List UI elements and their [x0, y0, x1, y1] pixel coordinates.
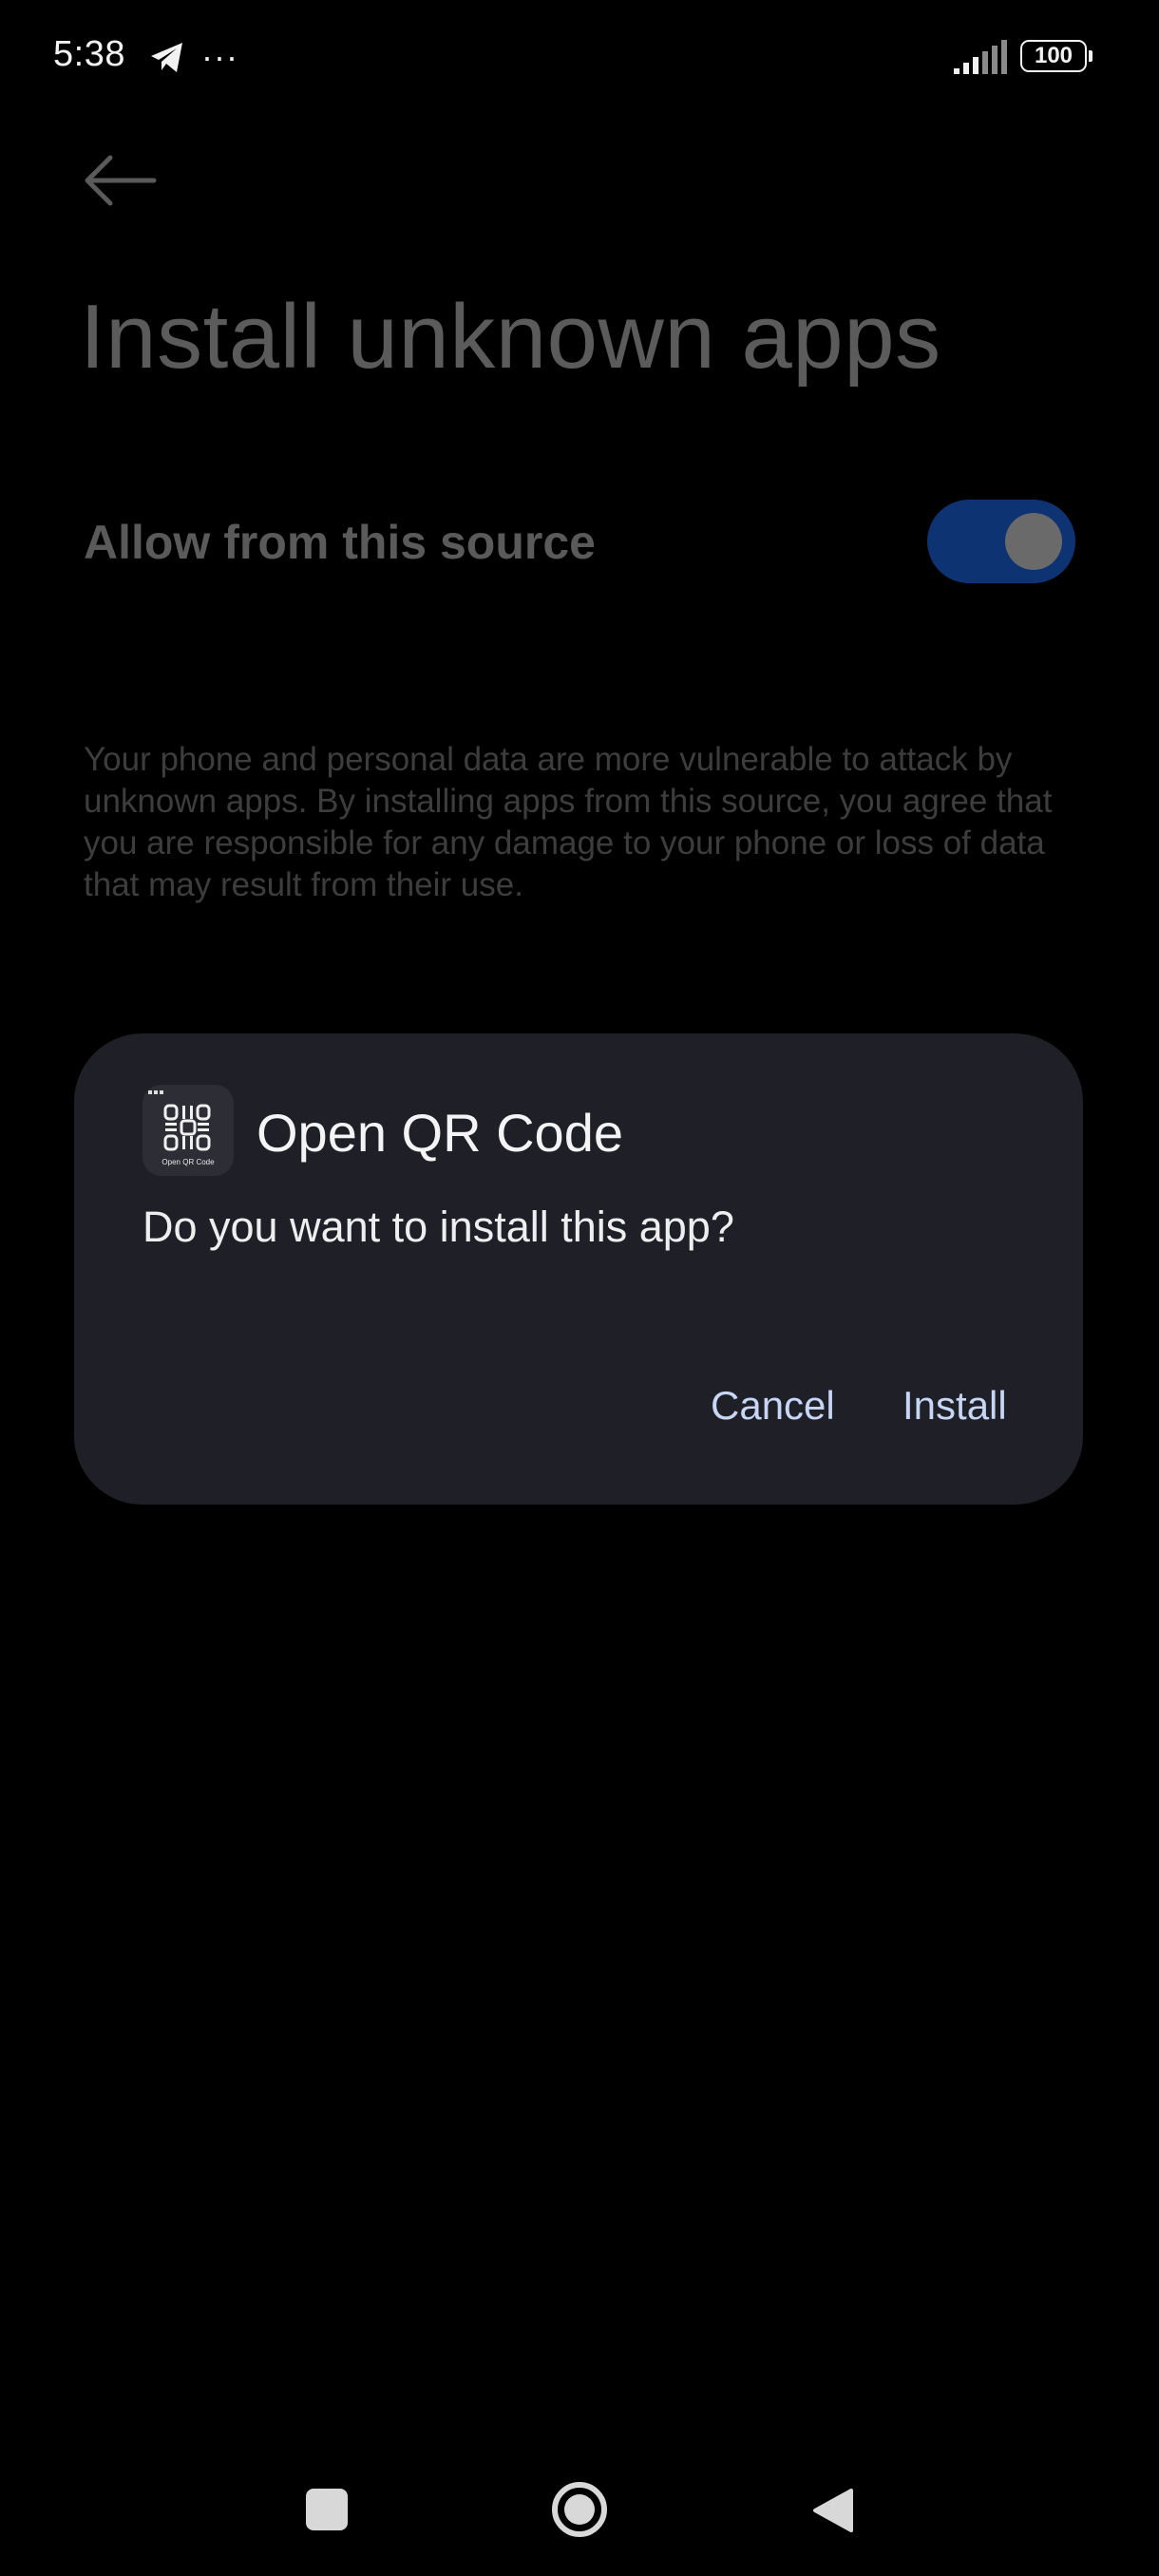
recents-icon[interactable]	[306, 2489, 348, 2530]
cancel-button[interactable]: Cancel	[711, 1383, 835, 1429]
toggle-knob	[1005, 513, 1062, 570]
page-title: Install unknown apps	[80, 286, 941, 388]
telegram-icon	[151, 43, 182, 72]
app-icon-caption: Open QR Code	[162, 1158, 215, 1166]
battery-level: 100	[1034, 43, 1074, 68]
battery-icon: 100	[1020, 40, 1092, 72]
signal-icon	[954, 40, 1007, 74]
dialog-message: Do you want to install this app?	[142, 1203, 734, 1251]
security-warning-text: Your phone and personal data are more vu…	[84, 741, 1053, 903]
back-icon[interactable]	[811, 2487, 855, 2534]
home-icon[interactable]	[551, 2481, 608, 2538]
status-bar: 5:38 ··· 100	[0, 0, 1159, 114]
qr-code-app-icon: Open QR Code	[142, 1085, 234, 1176]
dialog-app-name: Open QR Code	[256, 1103, 623, 1163]
back-arrow-icon[interactable]	[82, 152, 158, 209]
more-dots-icon: ···	[201, 37, 238, 76]
status-time: 5:38	[53, 34, 125, 74]
allow-from-source-label: Allow from this source	[84, 516, 596, 569]
allow-from-source-toggle[interactable]	[927, 500, 1075, 583]
install-button[interactable]: Install	[902, 1383, 1007, 1429]
install-dialog: Open QR Code Open QR Code Do you want to…	[74, 1033, 1083, 1505]
